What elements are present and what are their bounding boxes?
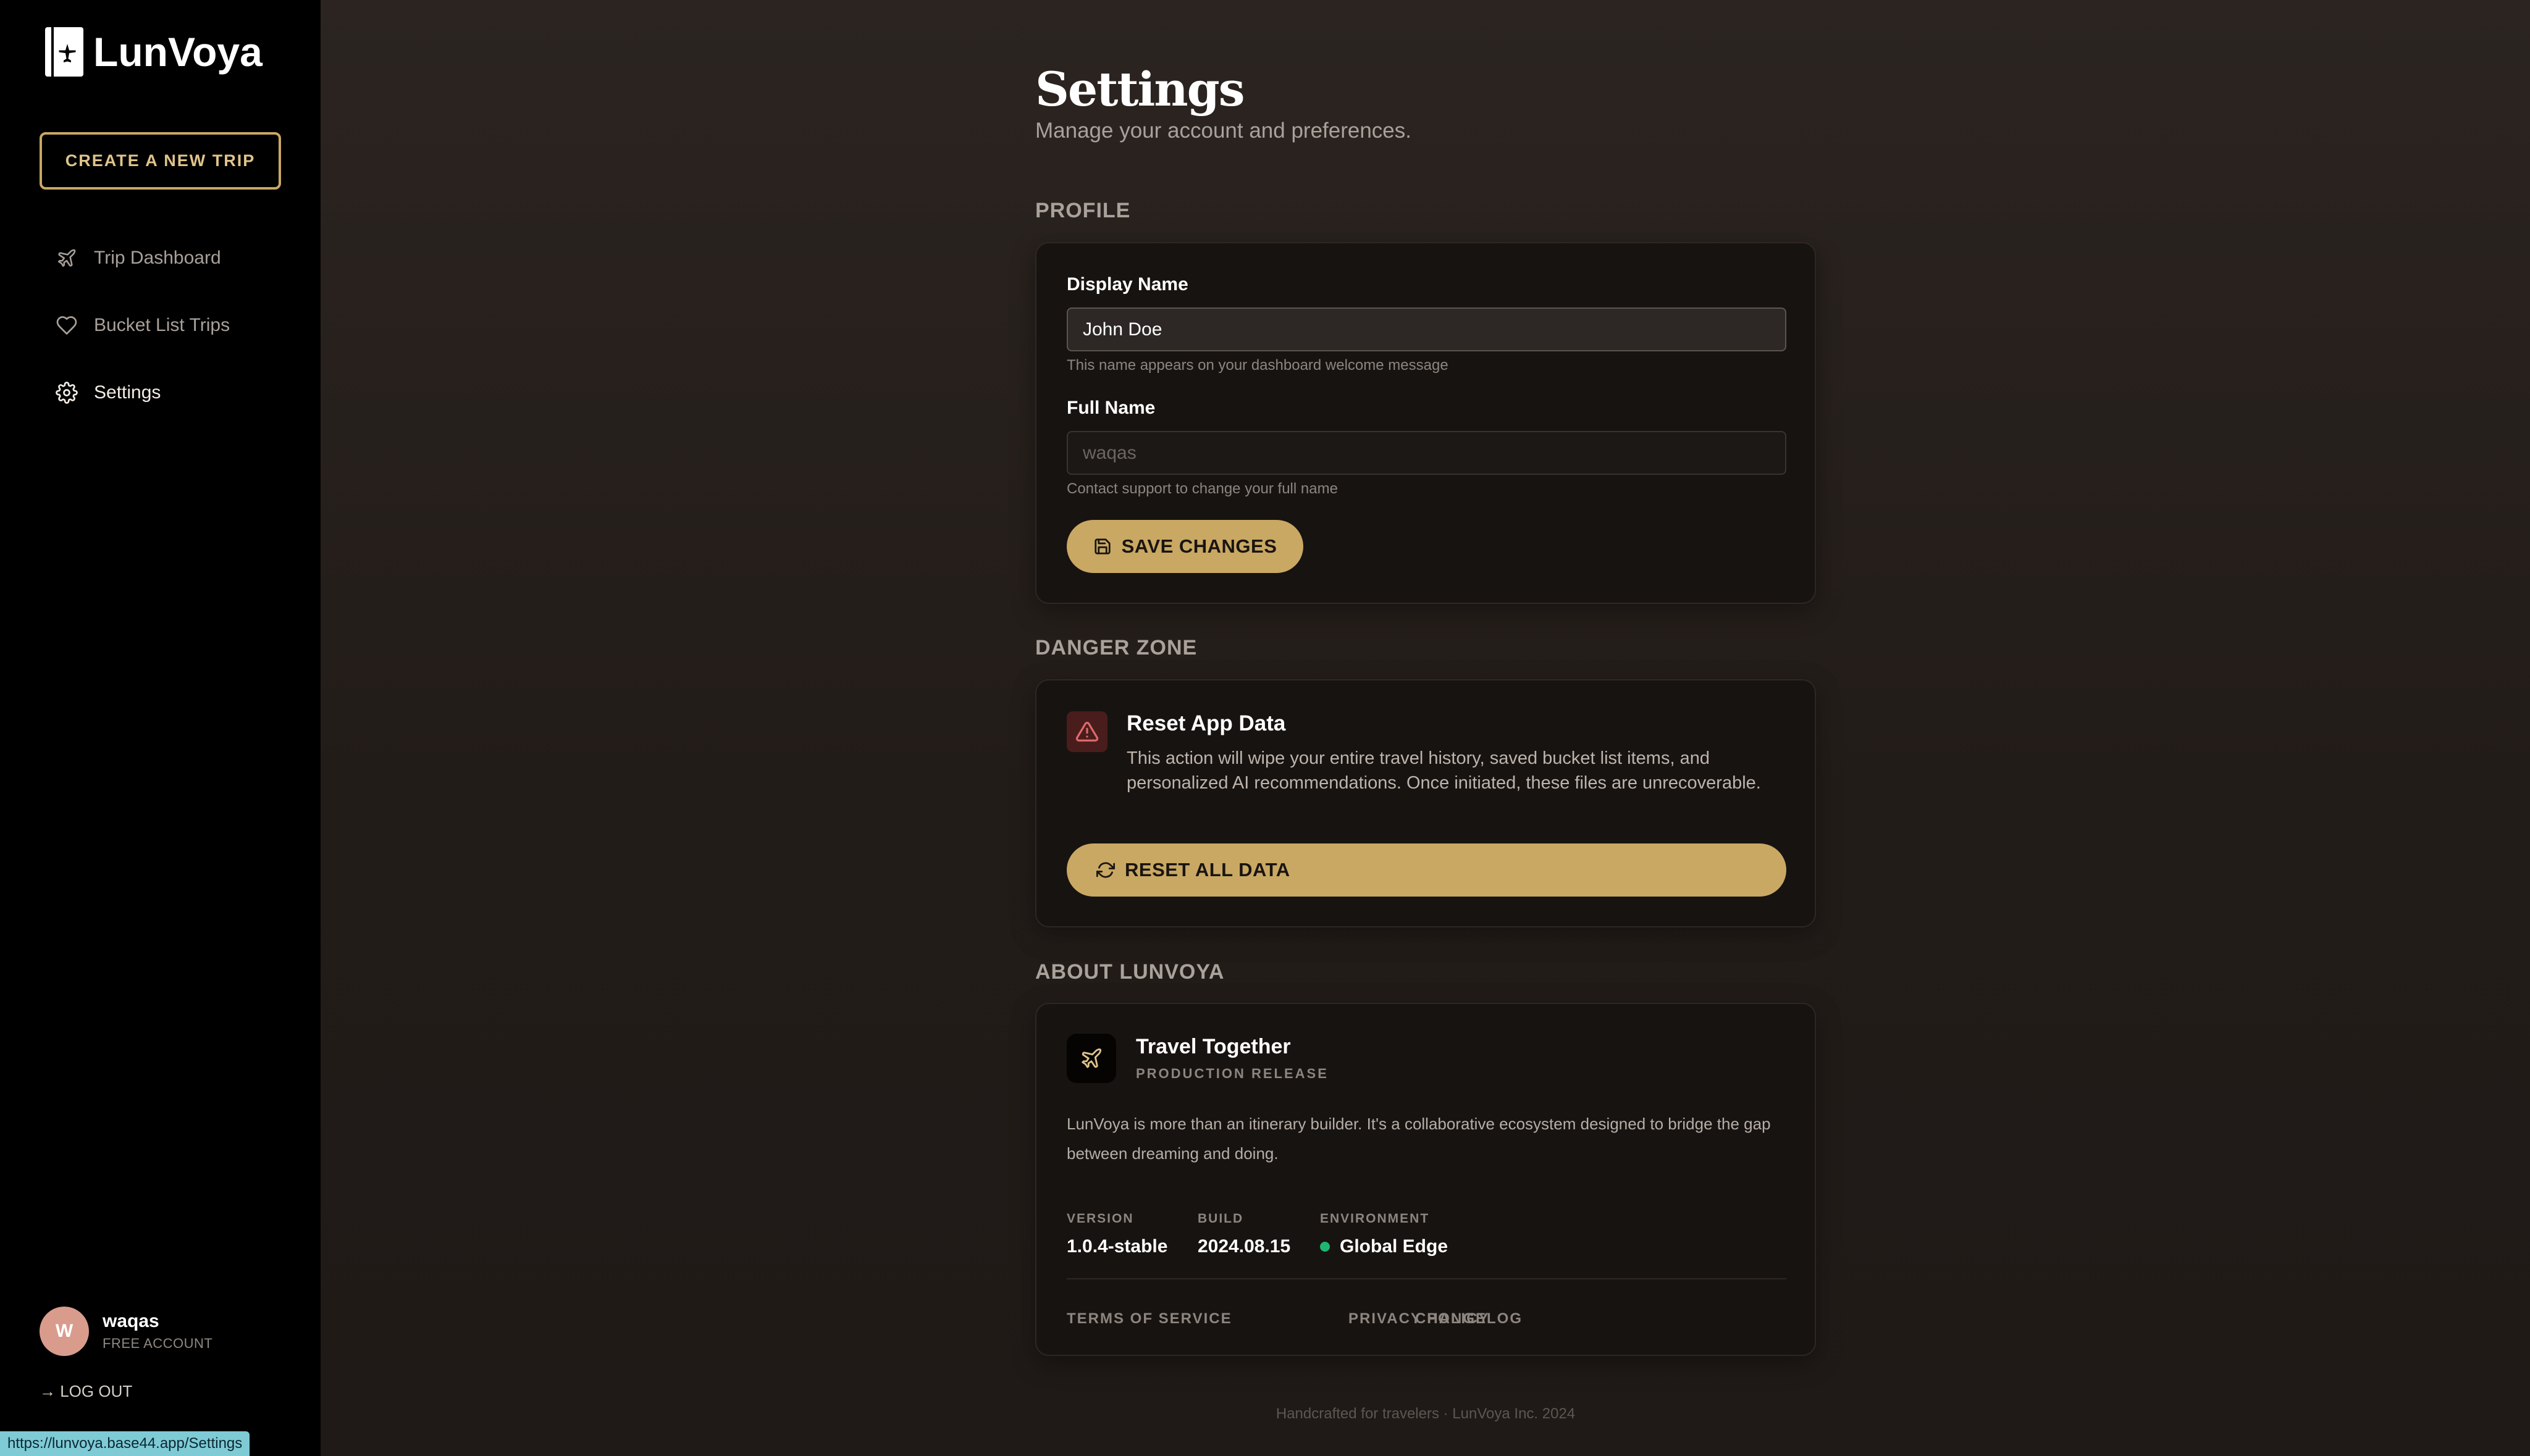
build-value: 2024.08.15 bbox=[1198, 1236, 1291, 1257]
about-title: Travel Together bbox=[1136, 1035, 1291, 1058]
app-name: LunVoya bbox=[93, 29, 263, 75]
plane-icon bbox=[54, 246, 79, 270]
profile-card: Display Name John Doe This name appears … bbox=[1035, 242, 1816, 604]
section-heading-profile: PROFILE bbox=[1035, 199, 1131, 222]
save-icon bbox=[1093, 537, 1112, 556]
divider bbox=[1067, 1278, 1786, 1279]
full-name-label: Full Name bbox=[1067, 398, 1156, 418]
page-title: Settings bbox=[1035, 62, 1245, 117]
build-label: BUILD bbox=[1198, 1211, 1244, 1226]
refresh-icon bbox=[1096, 861, 1115, 879]
reset-app-data-description: This action will wipe your entire travel… bbox=[1127, 748, 1761, 793]
heart-icon bbox=[54, 313, 79, 338]
environment-label: ENVIRONMENT bbox=[1320, 1211, 1430, 1226]
terms-of-service-link[interactable]: TERMS OF SERVICE bbox=[1067, 1310, 1232, 1328]
environment-value: Global Edge bbox=[1320, 1236, 1448, 1257]
page-subtitle: Manage your account and preferences. bbox=[1035, 119, 1411, 143]
about-description: LunVoya is more than an itinerary builde… bbox=[1067, 1115, 1771, 1163]
reset-all-data-label: RESET ALL DATA bbox=[1125, 859, 1290, 881]
changelog-link[interactable]: CHANGELOG bbox=[1415, 1310, 1523, 1328]
save-changes-button[interactable]: SAVE CHANGES bbox=[1067, 520, 1303, 573]
logout-link[interactable]: → LOG OUT bbox=[40, 1382, 132, 1401]
avatar: W bbox=[40, 1307, 89, 1356]
full-name-hint: Contact support to change your full name bbox=[1067, 480, 1338, 497]
user-profile[interactable]: W waqas FREE ACCOUNT bbox=[40, 1307, 212, 1356]
save-changes-label: SAVE CHANGES bbox=[1121, 535, 1277, 557]
sidebar-item-bucket-list[interactable]: Bucket List Trips bbox=[54, 313, 230, 338]
display-name-input[interactable]: John Doe bbox=[1067, 308, 1786, 351]
version-value: 1.0.4-stable bbox=[1067, 1236, 1168, 1257]
status-dot-icon bbox=[1320, 1242, 1330, 1252]
sidebar-item-label: Settings bbox=[94, 382, 161, 403]
status-url: https://lunvoya.base44.app/Settings bbox=[0, 1431, 250, 1456]
warning-icon bbox=[1067, 711, 1107, 752]
danger-zone-card: Reset App Data This action will wipe you… bbox=[1035, 679, 1816, 927]
environment-text: Global Edge bbox=[1340, 1236, 1448, 1257]
create-trip-button[interactable]: CREATE A NEW TRIP bbox=[40, 132, 281, 190]
section-heading-about: ABOUT LUNVOYA bbox=[1035, 960, 1225, 984]
about-card: Travel Together PRODUCTION RELEASE LunVo… bbox=[1035, 1003, 1816, 1356]
user-name: waqas bbox=[103, 1311, 159, 1331]
gear-icon bbox=[54, 380, 79, 405]
display-name-hint: This name appears on your dashboard welc… bbox=[1067, 357, 1448, 374]
plane-icon bbox=[1067, 1034, 1116, 1083]
page-footer: Handcrafted for travelers · LunVoya Inc.… bbox=[1276, 1405, 1576, 1422]
reset-app-data-title: Reset App Data bbox=[1127, 711, 1286, 735]
section-heading-danger-zone: DANGER ZONE bbox=[1035, 636, 1198, 659]
sidebar-item-label: Bucket List Trips bbox=[94, 315, 230, 335]
display-name-label: Display Name bbox=[1067, 274, 1188, 295]
sidebar-item-label: Trip Dashboard bbox=[94, 248, 221, 268]
sidebar-item-settings[interactable]: Settings bbox=[54, 380, 161, 405]
version-label: VERSION bbox=[1067, 1211, 1134, 1226]
sidebar: LunVoya CREATE A NEW TRIP Trip Dashboard… bbox=[0, 0, 321, 1456]
full-name-input[interactable]: waqas bbox=[1067, 431, 1786, 475]
about-subtitle: PRODUCTION RELEASE bbox=[1136, 1066, 1329, 1081]
sidebar-item-trip-dashboard[interactable]: Trip Dashboard bbox=[54, 246, 221, 270]
reset-all-data-button[interactable]: RESET ALL DATA bbox=[1067, 843, 1786, 897]
passport-plane-icon bbox=[45, 27, 83, 77]
user-plan: FREE ACCOUNT bbox=[103, 1336, 213, 1351]
app-logo[interactable]: LunVoya bbox=[45, 27, 263, 77]
